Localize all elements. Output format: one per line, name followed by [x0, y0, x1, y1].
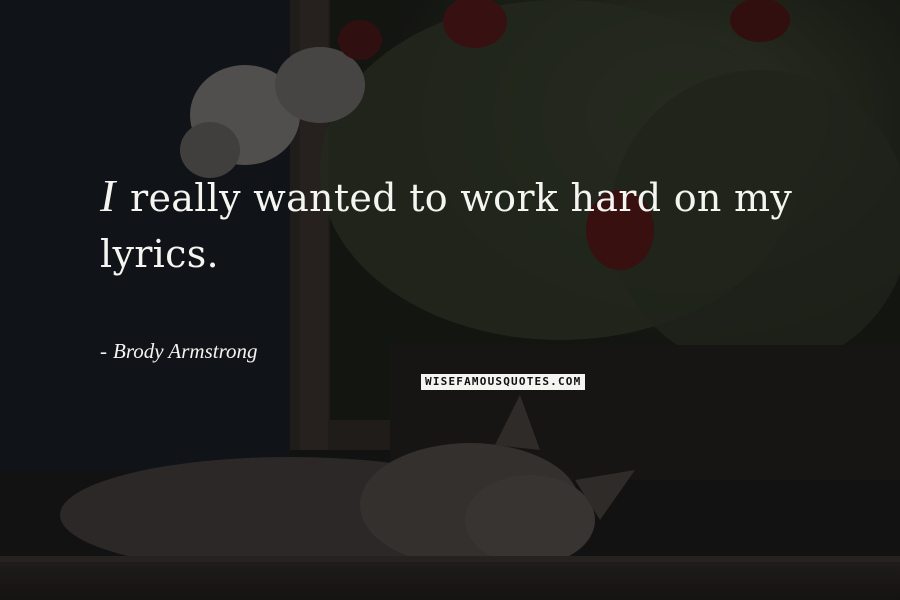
quote-text: I really wanted to work hard on my lyric… [100, 168, 860, 282]
author-dash: - [100, 339, 107, 363]
quote-image: I really wanted to work hard on my lyric… [0, 0, 900, 600]
quote-author: - Brody Armstrong [100, 338, 257, 364]
site-watermark: WISEFAMOUSQUOTES.COM [421, 374, 586, 390]
background-photo [0, 0, 900, 600]
author-name: Brody Armstrong [113, 339, 258, 363]
quote-body: really wanted to work hard on my lyrics. [100, 176, 793, 276]
quote-first-letter: I [100, 170, 116, 221]
